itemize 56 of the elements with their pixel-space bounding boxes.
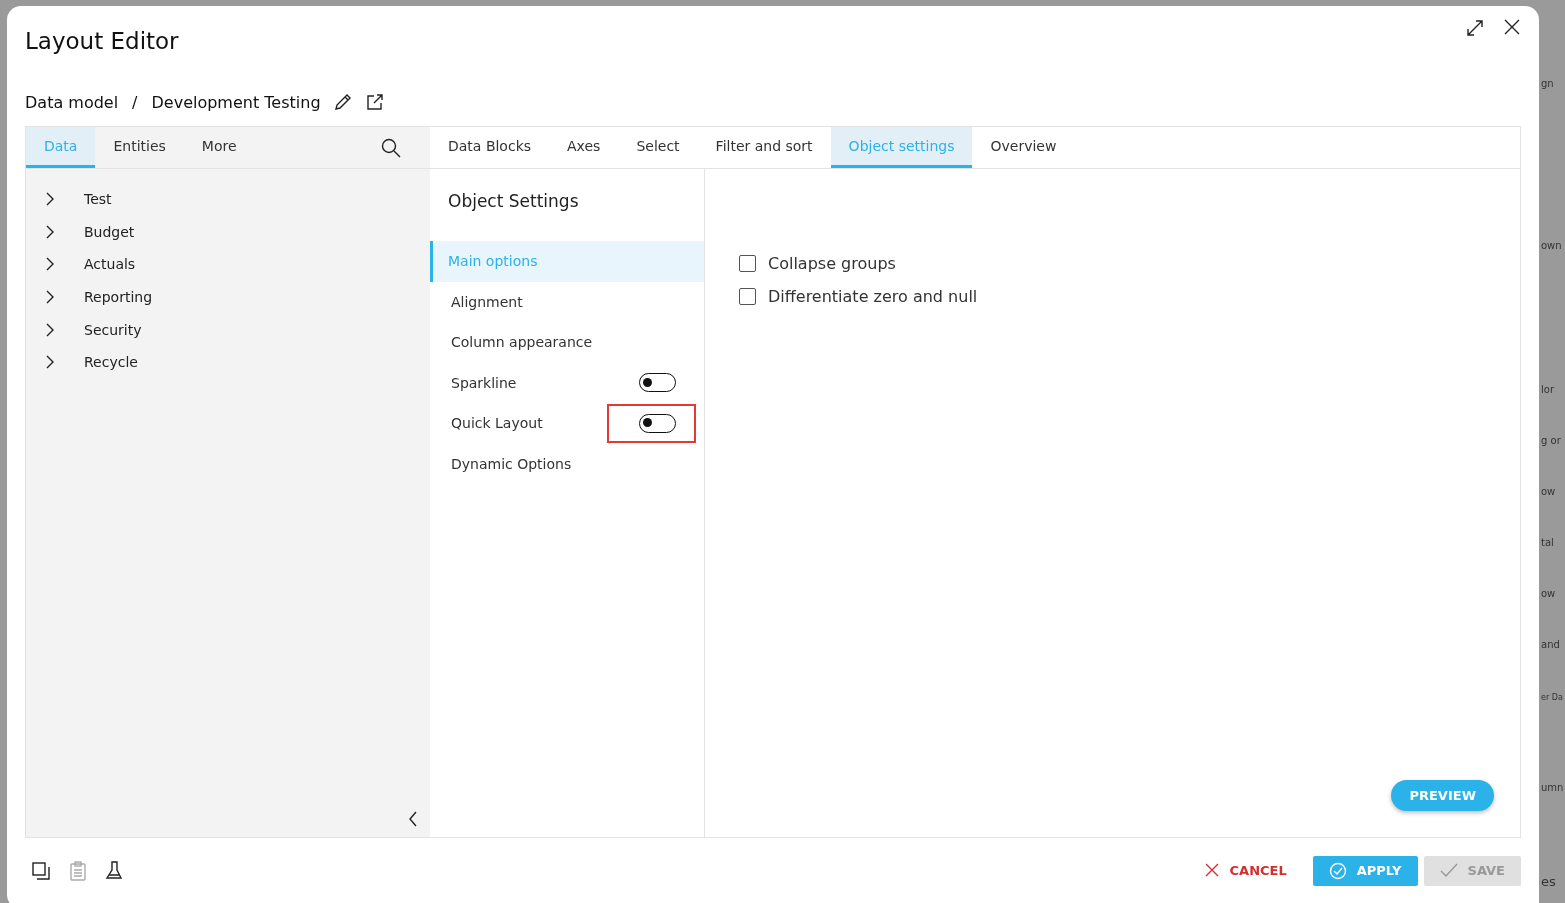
nav-item[interactable]: Column appearance [430,322,704,363]
tab[interactable]: More [183,127,255,168]
tree-item[interactable]: Security [84,321,142,338]
breadcrumb-separator: / [132,92,138,112]
checkbox[interactable] [739,288,756,305]
chevron-icon[interactable] [44,290,56,305]
breadcrumb-item[interactable]: Data model [25,92,119,112]
check-circle-icon [1328,861,1347,880]
background-text: and [1541,638,1561,652]
clipboard-icon[interactable] [69,860,87,881]
chevron-icon[interactable] [44,192,56,207]
tab[interactable]: Select [618,127,698,168]
search-icon[interactable] [380,136,402,159]
background-text: ow [1541,587,1557,601]
tab[interactable]: Data Blocks [430,127,550,168]
nav-item[interactable]: Sparkline [430,362,704,403]
collapse-icon[interactable] [408,811,418,827]
toggle-switch[interactable] [639,413,676,433]
background-text: er Da [1541,692,1564,704]
tree-item[interactable]: Actuals [84,256,136,273]
copy-icon[interactable] [31,860,51,881]
tree-item[interactable]: Test [84,191,112,208]
tab[interactable]: Entities [95,127,184,168]
background-text: ow [1541,485,1557,499]
background-text: own [1541,239,1563,253]
chevron-icon[interactable] [44,224,56,239]
background-text: g or [1541,434,1562,448]
chevron-icon[interactable] [44,355,56,370]
expand-icon[interactable] [1465,18,1485,38]
breadcrumb-item: Development Testing [151,92,321,112]
chevron-icon[interactable] [44,257,56,272]
tree-item[interactable]: Reporting [84,289,153,306]
background-text: es [1541,875,1557,889]
chevron-icon[interactable] [44,322,56,337]
tab[interactable]: Overview [972,127,1075,168]
checkbox-label: Collapse groups [768,254,896,273]
checkbox-label: Differentiate zero and null [768,287,978,306]
background-text: tal [1541,536,1555,550]
tab[interactable]: Axes [549,127,619,168]
nav-item[interactable]: Dynamic Options [430,443,704,484]
toggle-switch[interactable] [639,373,676,393]
nav-item[interactable]: Alignment [430,281,704,322]
checkbox[interactable] [739,255,756,272]
cancel-button[interactable]: CANCEL [1187,855,1303,886]
background-text: gn [1541,77,1555,91]
pencil-icon[interactable] [332,92,353,112]
external-link-icon[interactable] [364,92,385,112]
background-text: lor [1541,383,1555,397]
background-text: umn [1541,781,1565,795]
dialog-title: Layout Editor [25,27,180,54]
tree-item[interactable]: Recycle [84,354,138,371]
close-icon[interactable] [1503,18,1521,36]
tab[interactable]: Filter and sort [697,127,831,168]
nav-item[interactable]: Quick Layout [430,403,704,444]
tree-item[interactable]: Budget [84,223,135,240]
section-title: Object Settings [447,190,580,213]
